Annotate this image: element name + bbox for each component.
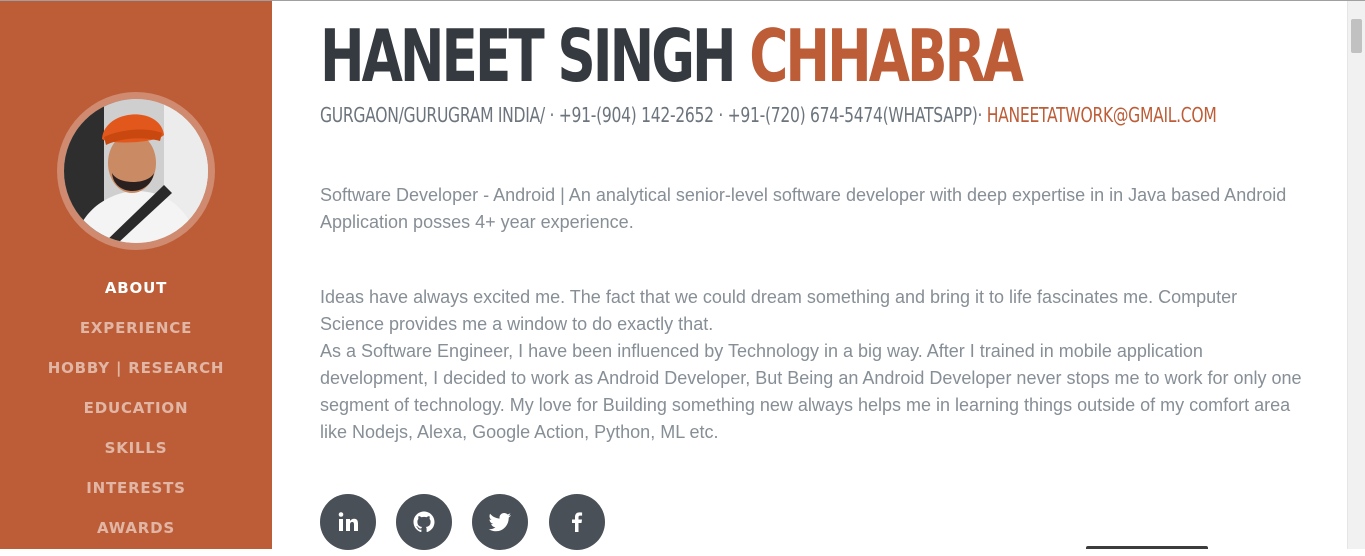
email-link[interactable]: HANEETATWORK@GMAIL.COM [987, 103, 1217, 127]
first-name: HANEET SINGH [320, 14, 737, 98]
scrollbar-thumb[interactable] [1351, 19, 1362, 53]
page-title: HANEET SINGH CHHABRA [320, 8, 1024, 104]
nav-item-skills[interactable]: SKILLS [0, 436, 272, 476]
sidebar: ABOUT EXPERIENCE HOBBY | RESEARCH EDUCAT… [0, 1, 272, 549]
profile-photo [64, 99, 208, 243]
github-button[interactable] [396, 494, 452, 550]
last-name: CHHABRA [749, 14, 1024, 98]
contact-line: GURGAON/GURUGRAM INDIA/ · +91-(904) 142-… [320, 100, 1217, 130]
nav-item-interests[interactable]: INTERESTS [0, 476, 272, 516]
facebook-icon [572, 512, 583, 532]
nav-item-experience[interactable]: EXPERIENCE [0, 316, 272, 356]
facebook-button[interactable] [549, 494, 605, 550]
twitter-icon [488, 513, 511, 532]
contact-details: GURGAON/GURUGRAM INDIA/ · +91-(904) 142-… [320, 103, 987, 127]
twitter-button[interactable] [472, 494, 528, 550]
summary-paragraph: Software Developer - Android | An analyt… [320, 185, 1287, 232]
nav-menu: ABOUT EXPERIENCE HOBBY | RESEARCH EDUCAT… [0, 276, 272, 556]
github-icon [413, 511, 435, 533]
nav-item-hobby-research[interactable]: HOBBY | RESEARCH [0, 356, 272, 396]
bio-line-2: As a Software Engineer, I have been infl… [320, 341, 1302, 442]
linkedin-icon [338, 512, 358, 531]
nav-item-about[interactable]: ABOUT [0, 276, 272, 316]
bio-line-1: Ideas have always excited me. The fact t… [320, 287, 1238, 334]
bio-paragraph: Ideas have always excited me. The fact t… [320, 284, 1305, 446]
avatar [64, 99, 208, 243]
nav-item-awards[interactable]: AWARDS [0, 516, 272, 556]
linkedin-button[interactable] [320, 494, 376, 550]
nav-item-education[interactable]: EDUCATION [0, 396, 272, 436]
vertical-scrollbar[interactable] [1347, 1, 1365, 549]
